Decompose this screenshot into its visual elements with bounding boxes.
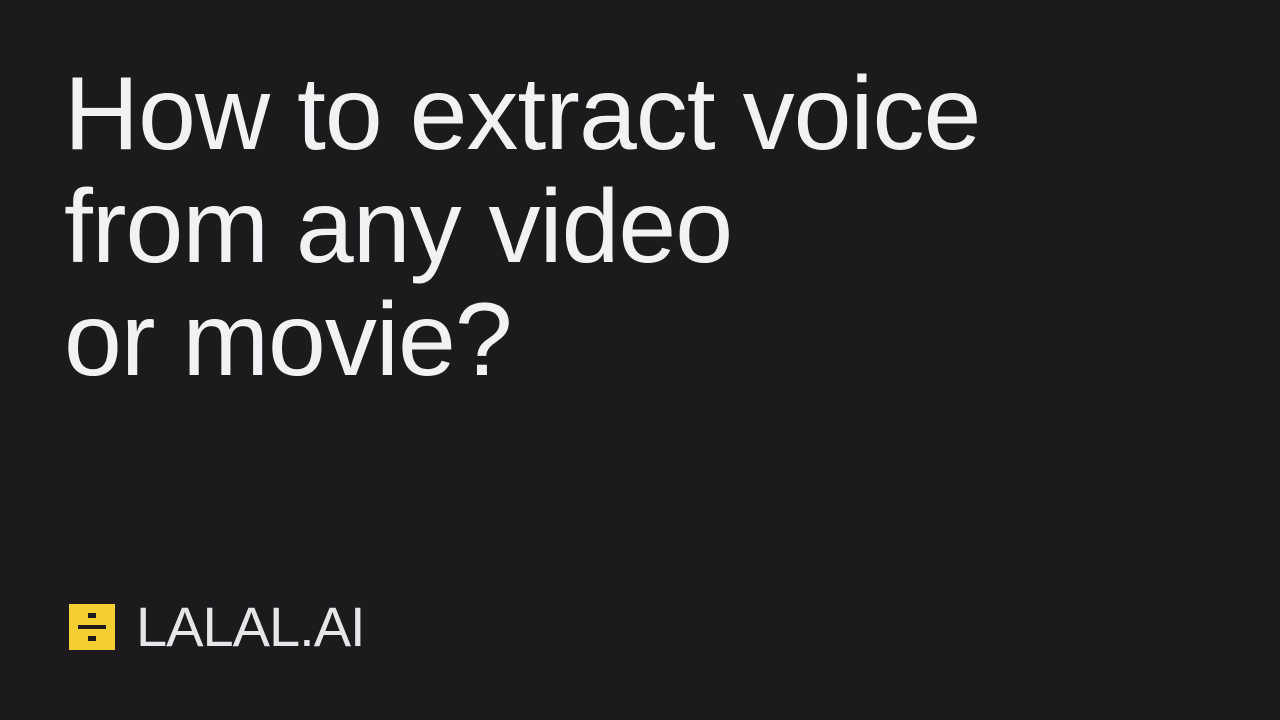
divide-icon <box>69 604 115 650</box>
headline-line-1: How to extract voice <box>64 56 981 172</box>
headline: How to extract voice from any video or m… <box>64 58 1214 397</box>
headline-line-3: or movie? <box>64 282 513 398</box>
headline-line-2: from any video <box>64 169 733 285</box>
brand-name: LALAL.AI <box>136 595 366 658</box>
brand-logo: LALAL.AI <box>69 595 366 658</box>
